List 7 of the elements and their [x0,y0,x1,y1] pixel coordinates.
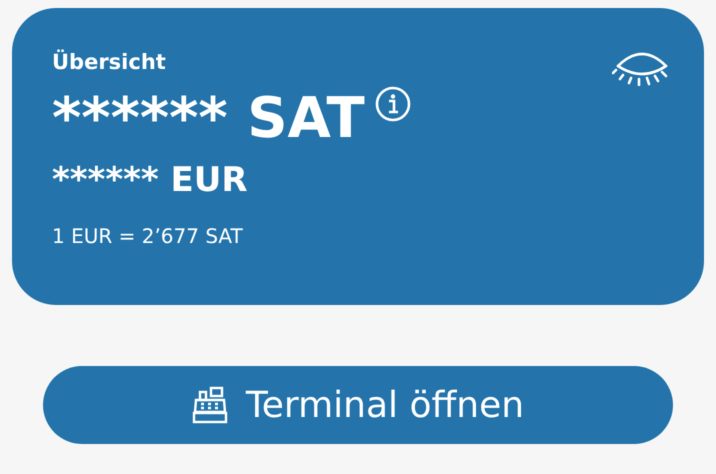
card-title: Übersicht [52,50,166,74]
info-icon[interactable] [374,86,411,122]
cash-register-icon [192,386,228,424]
sat-balance: ****** SAT [52,86,365,152]
eur-balance: ****** EUR [52,160,249,200]
open-terminal-button[interactable]: Terminal öffnen [43,366,673,444]
exchange-rate: 1 EUR = 2’677 SAT [52,224,244,248]
